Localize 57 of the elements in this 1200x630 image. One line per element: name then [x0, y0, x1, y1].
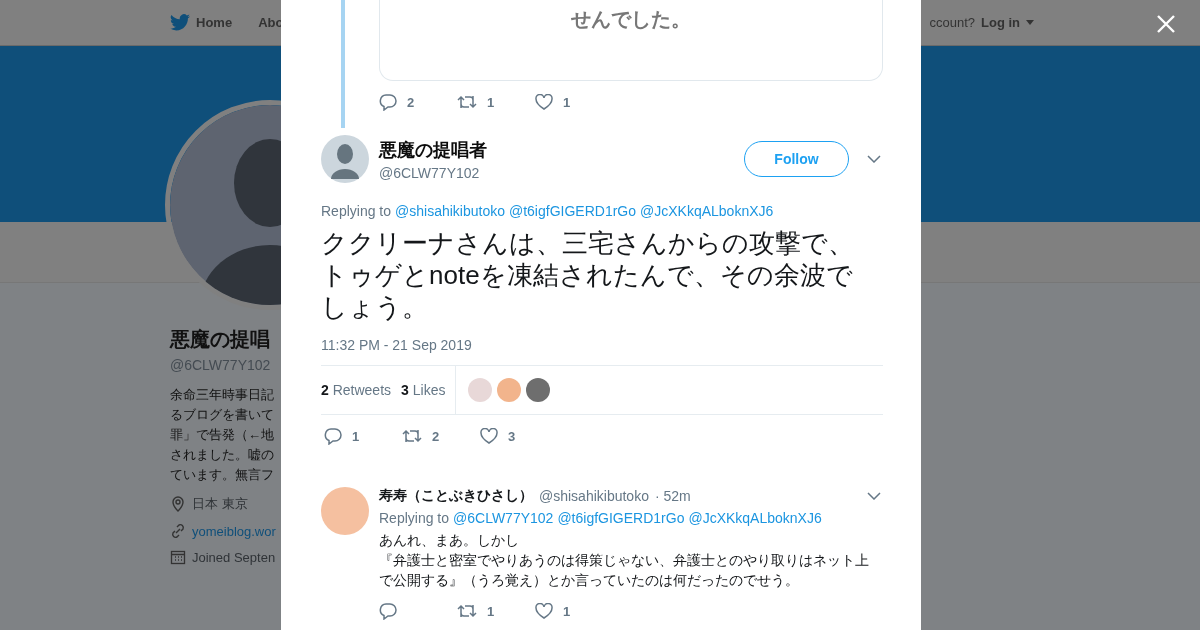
profile-handle: @6CLW77Y102 [170, 357, 272, 373]
liker-avatar[interactable] [526, 378, 551, 402]
profile-name: 悪魔の提唱 [170, 327, 271, 352]
tweet-time: 11:32 PM - 21 Sep 2019 [321, 337, 473, 353]
mention-link[interactable]: @t6igfGIGERD1rGo [557, 510, 685, 526]
chevron-icon[interactable] [867, 155, 881, 163]
profile-bio: 余命三年時事日記 るブログを書いて 罪」で告発（←地 されました。嘘の ています。無言フ [170, 386, 275, 484]
home-link[interactable]: Home [196, 15, 233, 30]
retweet-count: 1 [487, 94, 495, 110]
heart-icon[interactable] [535, 94, 553, 110]
login-link[interactable]: Log in [981, 15, 1020, 30]
reply-icon[interactable] [379, 602, 397, 620]
replying-label: Replying to [379, 510, 450, 526]
like-count: 1 [563, 94, 571, 110]
link-icon [170, 523, 186, 539]
tweet-text: ククリーナさんは、三宅さんからの攻撃で、トゥゲとnoteを凍結されたんで、その余波でしょう。 [321, 227, 855, 323]
joined-text: Joined Septen [192, 549, 276, 565]
author-name: 寿寿（ことぶきひさし） [379, 487, 533, 505]
author-handle: @6CLW77Y102 [379, 164, 481, 181]
avatar [321, 487, 369, 535]
caret-icon [1026, 20, 1034, 25]
mention-link[interactable]: @6CLW77Y102 [453, 510, 554, 526]
retweet-count: 1 [487, 603, 495, 619]
follow-button[interactable]: Follow [744, 141, 849, 177]
retweet-count: 2 [432, 428, 440, 444]
bird-icon [170, 14, 190, 31]
chevron-icon[interactable] [867, 492, 881, 500]
heart-icon[interactable] [480, 428, 498, 444]
avatar [321, 135, 369, 183]
tweet-time: · 52m [654, 488, 691, 504]
account-prompt: ccount? [929, 15, 975, 30]
website-link[interactable]: yomeiblog.wor [192, 523, 276, 539]
mention-link[interactable]: @t6igfGIGERD1rGo [509, 203, 636, 219]
reply-count: 2 [407, 94, 415, 110]
reply-icon[interactable] [324, 427, 342, 445]
like-count: 3 [508, 428, 516, 444]
reply-count: 1 [352, 428, 360, 444]
location-icon [170, 496, 186, 512]
author-name: 悪魔の提唱者 [379, 138, 488, 162]
mention-link[interactable]: @JcXKkqALboknXJ6 [688, 510, 822, 526]
heart-icon[interactable] [535, 603, 553, 619]
replying-label: Replying to [321, 203, 392, 219]
like-count: 1 [563, 603, 571, 619]
mention-link[interactable]: @shisahikibutoko [395, 203, 505, 219]
location-text: 日本 東京 [192, 495, 248, 513]
reply-text: あんれ、まあ。しかし 『弁護士と密室でやりあうのは得策じゃない、弁護士とのやり取りはネット上で公開する』（うろ覚え）とか言っていたのは何だったのでせう。 [379, 531, 870, 590]
reply-icon[interactable] [379, 93, 397, 111]
mention-link[interactable]: @JcXKkqALboknXJ6 [640, 203, 774, 219]
card-text: せんでした。 [571, 7, 691, 30]
calendar-icon [170, 549, 186, 565]
likes-stat[interactable]: 3 Likes [401, 382, 446, 398]
retweet-icon[interactable] [457, 94, 477, 110]
retweets-stat[interactable]: 2 Retweets [321, 382, 392, 398]
author-handle: @shisahikibutoko [539, 488, 649, 504]
retweet-icon[interactable] [457, 603, 477, 619]
retweet-icon[interactable] [402, 428, 422, 444]
close-button[interactable] [1156, 14, 1176, 34]
